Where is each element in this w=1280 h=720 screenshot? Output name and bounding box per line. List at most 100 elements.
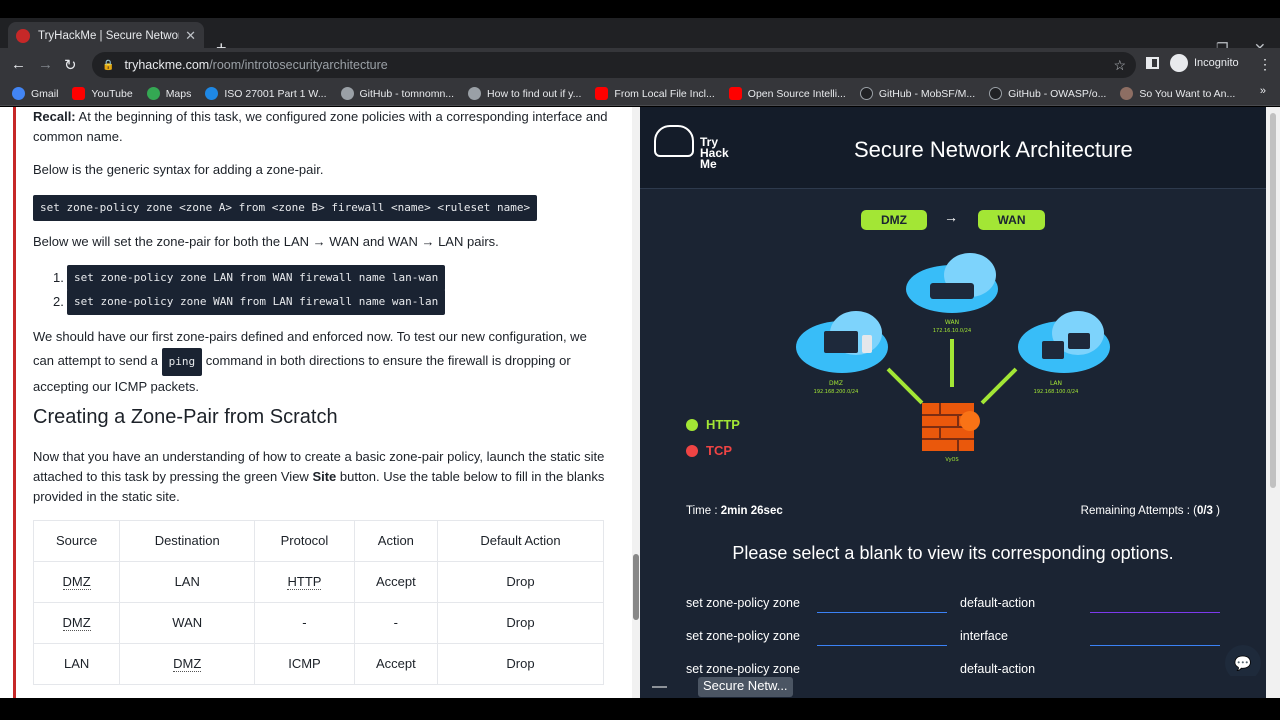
- tryhackme-cloud-logo-icon: [654, 125, 694, 157]
- bookmark-maps[interactable]: Maps: [146, 87, 191, 100]
- bookmark-label: GitHub - MobSF/M...: [878, 87, 976, 100]
- left-scrollbar[interactable]: [632, 107, 640, 698]
- bookmark-label: GitHub - tomnomn...: [359, 87, 455, 100]
- blank-field[interactable]: [1090, 626, 1220, 646]
- table-cell: -: [254, 602, 355, 644]
- youtube-icon: [72, 87, 86, 100]
- table-cell: DMZ: [119, 643, 256, 685]
- bookmarks-overflow-icon[interactable]: »: [1260, 85, 1266, 97]
- policy-row-3-text-b: default-action: [960, 662, 1036, 676]
- table-cell: Drop: [436, 602, 605, 644]
- side-panel-icon[interactable]: [1146, 57, 1159, 69]
- cell-text: DMZ: [62, 615, 91, 631]
- zone-to-pill: WAN: [978, 210, 1045, 230]
- blank-field[interactable]: [1090, 593, 1220, 613]
- logo-text: Try Hack Me: [700, 135, 729, 171]
- minimize-icon[interactable]: —: [652, 678, 667, 695]
- table-cell: DMZ: [32, 602, 121, 644]
- zone-from-pill: DMZ: [861, 210, 927, 230]
- site-title: Secure Network Architecture: [854, 137, 1133, 162]
- bookmark-gmail[interactable]: Gmail: [12, 87, 58, 100]
- os-bottom-bar: [0, 698, 1280, 720]
- bookmark-how-to-find[interactable]: How to find out if y...: [468, 87, 581, 100]
- firewall-icon: VyOS: [922, 403, 980, 463]
- bookmark-osint[interactable]: Open Source Intelli...: [728, 87, 846, 100]
- zone-arrow: →: [944, 209, 958, 225]
- right-scrollbar[interactable]: [1266, 107, 1280, 698]
- step-number: 2.: [53, 294, 64, 309]
- incognito-indicator[interactable]: Incognito: [1170, 54, 1239, 72]
- left-scrollbar-thumb[interactable]: [633, 554, 639, 620]
- right-scrollbar-thumb[interactable]: [1270, 113, 1276, 488]
- dmz-net: 192.168.200.0/24: [814, 389, 859, 395]
- bookmarks-bar: Gmail YouTube Maps ISO 27001 Part 1 W...…: [0, 82, 1280, 106]
- cell-text: DMZ: [173, 656, 202, 672]
- task-content-panel: Recall: At the beginning of this task, w…: [0, 107, 640, 698]
- remaining-value: 0/3: [1196, 505, 1213, 517]
- bookmark-github-owasp[interactable]: GitHub - OWASP/o...: [989, 87, 1106, 100]
- back-icon[interactable]: ←: [11, 56, 26, 73]
- bookmark-label: So You Want to An...: [1139, 87, 1236, 100]
- dmz-cloud: DMZ 192.168.200.0/24: [796, 311, 888, 395]
- site-icon: [1120, 87, 1134, 100]
- forward-icon[interactable]: →: [38, 56, 53, 73]
- bookmark-label: Gmail: [31, 87, 59, 100]
- recall-label: Recall:: [33, 109, 76, 124]
- bookmark-lfi[interactable]: From Local File Incl...: [595, 87, 715, 100]
- table-cell: -: [353, 602, 438, 644]
- column-header: Source: [32, 520, 121, 562]
- url-host: tryhackme.com: [124, 58, 210, 72]
- close-tab-icon[interactable]: ✕: [185, 28, 196, 44]
- timer: Time : 2min 26sec: [686, 505, 783, 517]
- globe-icon: [468, 87, 482, 100]
- os-top-bar: [0, 0, 1280, 18]
- reload-icon[interactable]: ↻: [64, 56, 77, 74]
- cell-text: DMZ: [62, 574, 91, 590]
- section-heading: Creating a Zone-Pair from Scratch: [33, 406, 338, 428]
- bookmark-so-you-want[interactable]: So You Want to An...: [1120, 87, 1235, 100]
- bookmark-star-icon[interactable]: ☆: [1113, 57, 1126, 74]
- laptop-icon: [824, 331, 858, 353]
- browser-tab[interactable]: TryHackMe | Secure Network Arc ✕: [8, 22, 204, 50]
- syntax-code: set zone-policy zone <zone A> from <zone…: [33, 195, 538, 221]
- tab-title: TryHackMe | Secure Network Arc: [38, 30, 179, 42]
- bookmark-youtube[interactable]: YouTube: [72, 87, 133, 100]
- step-code: set zone-policy zone LAN from WAN firewa…: [67, 265, 446, 291]
- lan-net: 192.168.100.0/24: [1034, 389, 1079, 395]
- table-cell: WAN: [119, 602, 256, 644]
- url-path: /room/introtosecurityarchitecture: [209, 58, 388, 72]
- zone-pair-table: Source Destination Protocol Action Defau…: [32, 520, 605, 685]
- remaining-label: Remaining Attempts : (: [1080, 505, 1197, 517]
- bookmark-iso27001[interactable]: ISO 27001 Part 1 W...: [205, 87, 327, 100]
- column-header: Destination: [119, 520, 256, 562]
- task-accent-bar: [13, 107, 16, 698]
- policy-row-2-text-a: set zone-policy zone: [686, 629, 800, 643]
- minimized-site-label[interactable]: Secure Netw...: [698, 677, 793, 697]
- tab-strip: TryHackMe | Secure Network Arc ✕ + ⌄ — ❐…: [0, 18, 1280, 58]
- list-item: 1. set zone-policy zone LAN from WAN fire…: [53, 265, 446, 291]
- lock-icon[interactable]: 🔒: [102, 60, 114, 71]
- steps-list: 1. set zone-policy zone LAN from WAN fire…: [53, 265, 446, 315]
- omnibox[interactable]: 🔒 tryhackme.com /room/introtosecurityarc…: [92, 52, 1136, 78]
- globe-icon: [340, 87, 354, 100]
- table-cell: Accept: [353, 643, 438, 685]
- connection-arrows: [886, 339, 1018, 405]
- wan-cloud: WAN 172.16.10.0/24: [906, 253, 998, 334]
- pairs-intro: Below we will set the zone-pair for both…: [33, 234, 499, 249]
- bookmark-label: YouTube: [91, 87, 133, 100]
- recall-text: At the beginning of this task, we config…: [33, 109, 608, 144]
- menu-kebab-icon[interactable]: ⋮: [1258, 56, 1272, 73]
- blank-field[interactable]: [817, 593, 947, 613]
- syntax-code-block: set zone-policy zone <zone A> from <zone…: [33, 195, 608, 221]
- table-row: DMZ WAN - - Drop: [32, 602, 605, 644]
- bookmark-github-tomnomnom[interactable]: GitHub - tomnomn...: [340, 87, 455, 100]
- remaining-close: ): [1212, 505, 1220, 517]
- maps-pin-icon: [146, 87, 160, 100]
- wan-net: 172.16.10.0/24: [933, 328, 971, 334]
- bookmark-label: How to find out if y...: [487, 87, 582, 100]
- bookmark-github-mobsf[interactable]: GitHub - MobSF/M...: [859, 87, 976, 100]
- dmz-label: DMZ: [829, 380, 843, 387]
- policy-row-2-text-b: interface: [960, 629, 1008, 643]
- blank-field[interactable]: [817, 626, 947, 646]
- ping-code: ping: [161, 348, 203, 376]
